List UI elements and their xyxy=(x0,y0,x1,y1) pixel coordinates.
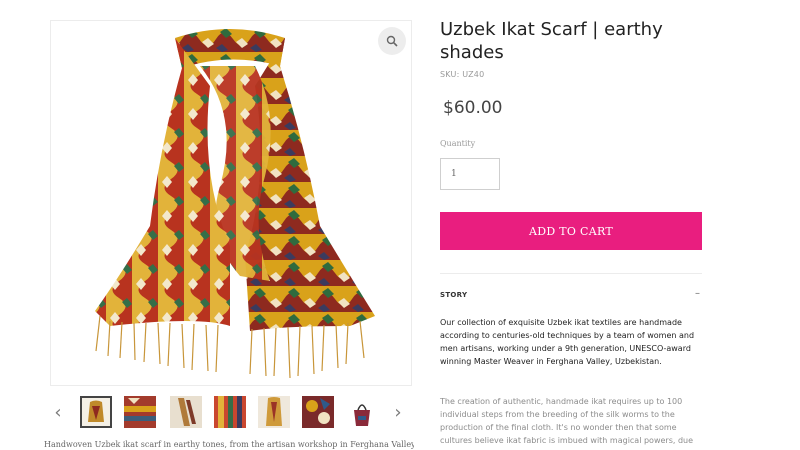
thumbnail-2[interactable] xyxy=(124,396,156,428)
product-price: $60.00 xyxy=(443,98,503,118)
quantity-label: Quantity xyxy=(440,139,476,148)
thumbnail-6[interactable] xyxy=(302,396,334,428)
thumbnail-5[interactable] xyxy=(258,396,290,428)
chevron-left-icon[interactable]: ‹ xyxy=(48,401,68,425)
zoom-button[interactable] xyxy=(378,27,406,55)
add-to-cart-button[interactable]: ADD TO CART xyxy=(440,212,702,250)
story-paragraph-1: Our collection of exquisite Uzbek ikat t… xyxy=(440,318,695,366)
magnifier-icon xyxy=(386,35,398,47)
divider xyxy=(440,273,702,274)
thumbnail-3[interactable] xyxy=(170,396,202,428)
thumbnail-7[interactable] xyxy=(346,396,378,428)
product-main-image[interactable] xyxy=(80,26,385,382)
collapse-icon: – xyxy=(695,288,700,299)
thumbnail-1[interactable] xyxy=(80,396,112,428)
product-sku: SKU: UZ40 xyxy=(440,70,485,79)
story-label: STORY xyxy=(440,291,468,299)
product-title: Uzbek Ikat Scarf | earthy shades xyxy=(440,19,663,63)
story-paragraph-2: The creation of authentic, handmade ikat… xyxy=(440,397,694,445)
thumbnail-4[interactable] xyxy=(214,396,246,428)
story-accordion-toggle[interactable]: STORY – xyxy=(440,287,702,303)
chevron-right-icon[interactable]: › xyxy=(388,401,408,425)
thumbnail-strip: ‹ › xyxy=(44,395,416,431)
quantity-input[interactable] xyxy=(440,158,500,190)
product-description-preview: Handwoven Uzbek ikat scarf in earthy ton… xyxy=(44,440,414,449)
